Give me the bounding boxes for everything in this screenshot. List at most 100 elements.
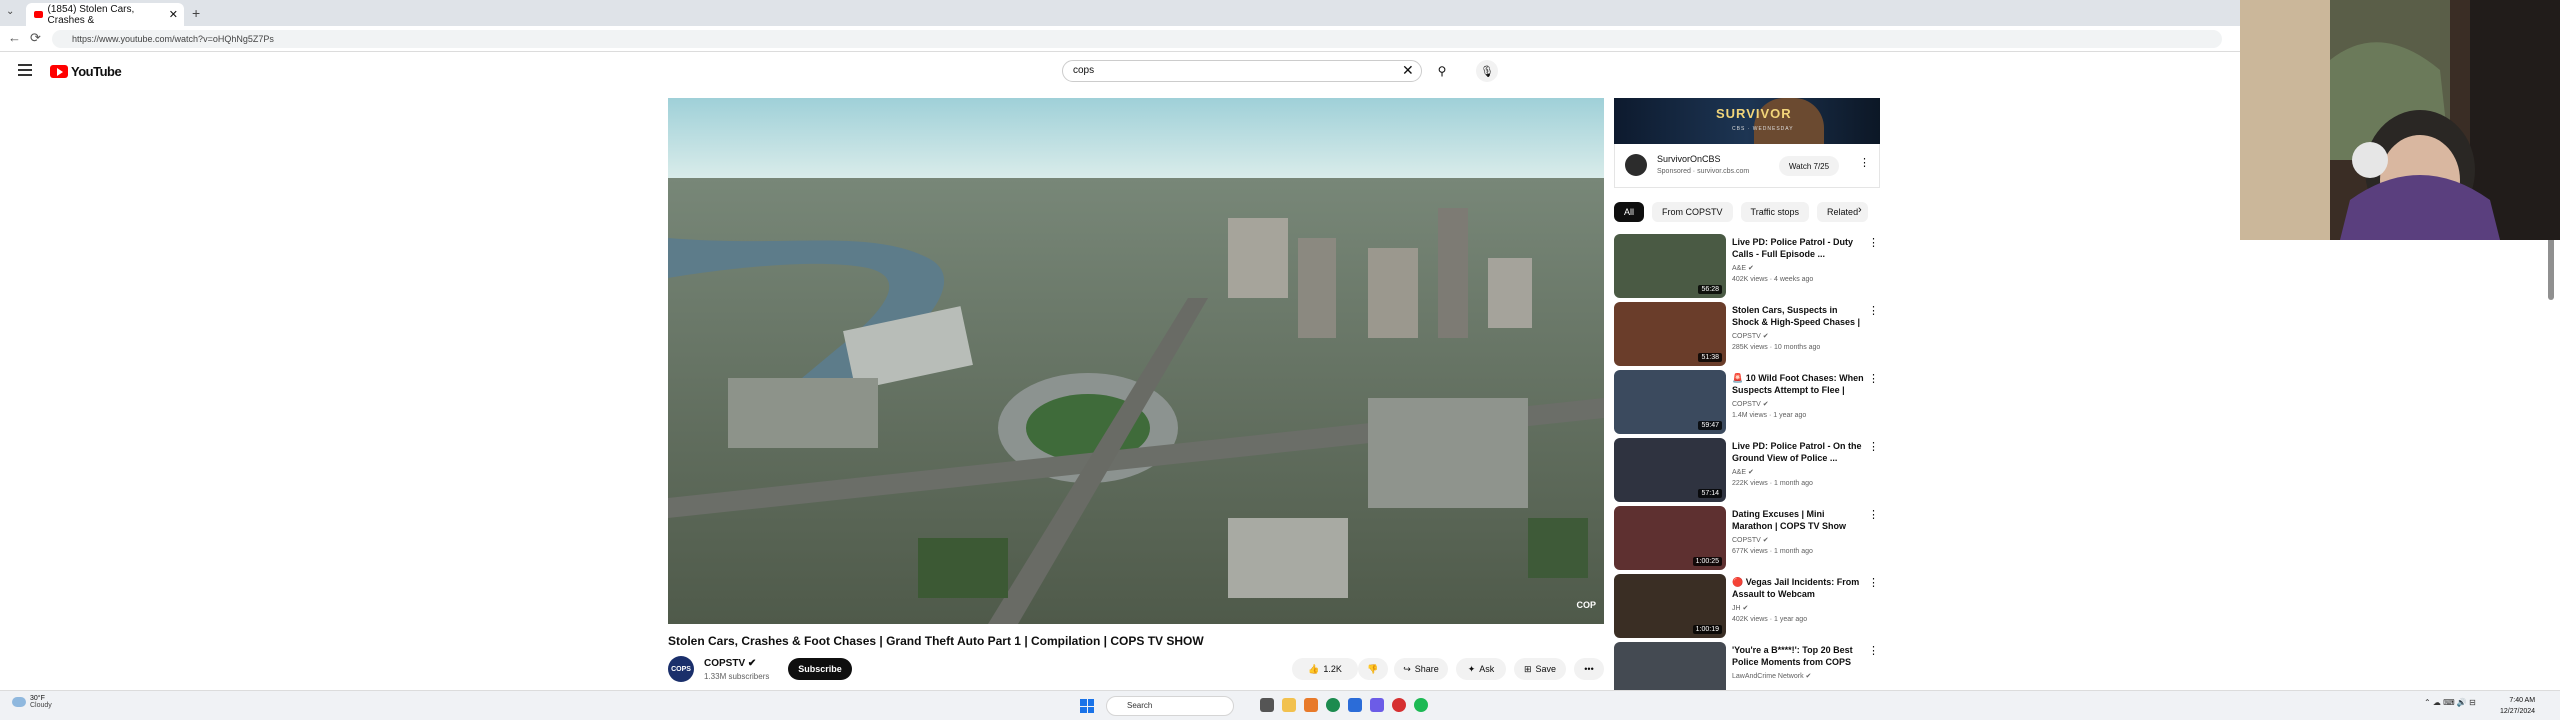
recommendation-channel[interactable]: A&E ✔ [1732,264,1754,272]
recommendation-channel[interactable]: A&E ✔ [1732,468,1754,476]
video-duration: 51:38 [1698,353,1722,362]
video-thumbnail[interactable]: 56:28 [1614,234,1726,298]
channel-name[interactable]: COPSTV ✔ [704,658,756,669]
dislike-button[interactable]: 👎 [1358,658,1388,680]
youtube-logo-text: YouTube [71,64,122,79]
like-button[interactable]: 👍 1.2K [1292,658,1358,680]
share-button[interactable]: ↪ Share [1394,658,1448,680]
advertiser-name[interactable]: SurvivorOnCBS [1657,154,1721,164]
recommendation-item[interactable]: 59:47 🚨 10 Wild Foot Chases: When Suspect… [1614,370,1880,436]
tab-search-icon[interactable]: ⌄ [6,6,14,17]
voice-search-button[interactable]: 🎙 [1476,60,1498,82]
clock[interactable]: 7:40 AM 12/27/2024 [2500,695,2535,717]
recommendation-title[interactable]: Live PD: Police Patrol - Duty Calls - Fu… [1732,236,1866,260]
clear-search-icon[interactable]: ✕ [1402,62,1414,79]
channel-avatar[interactable]: COPS [668,656,694,682]
chip-traffic-stops[interactable]: Traffic stops [1740,202,1810,222]
app-icon-4[interactable] [1392,698,1406,712]
chevron-right-icon[interactable]: › [1858,204,1862,216]
windows-taskbar: 30°F Cloudy Search ⌃ ☁ ⌨ 🔊 ⊟ 7:40 AM 12/… [0,690,2560,720]
subscribe-button[interactable]: Subscribe [788,658,852,680]
video-thumbnail[interactable]: 1:00:19 [1614,574,1726,638]
app-icon-1[interactable] [1304,698,1318,712]
recommendation-title[interactable]: 🔴 Vegas Jail Incidents: From Assault to … [1732,576,1866,600]
thumbs-down-icon: 👎 [1367,663,1379,674]
video-thumbnail[interactable]: 1:00:25 [1614,506,1726,570]
more-options-icon[interactable]: ⋮ [1868,576,1879,589]
video-thumbnail[interactable]: 59:47 [1614,370,1726,434]
recommendation-item[interactable]: 56:28 Live PD: Police Patrol - Duty Calls… [1614,234,1880,300]
taskbar-search-input[interactable]: Search [1106,696,1234,716]
file-explorer-icon[interactable] [1282,698,1296,712]
recommendation-item[interactable]: 1:00:19 🔴 Vegas Jail Incidents: From Assa… [1614,574,1880,640]
sparkle-icon: ✦ [1467,663,1476,674]
share-label: Share [1414,664,1439,674]
ad-row: SurvivorOnCBS Sponsored · survivor.cbs.c… [1614,144,1880,188]
reload-button[interactable]: ⟳ [30,30,41,46]
subscriber-count: 1.33M subscribers [704,672,770,681]
more-options-icon[interactable]: ⋮ [1868,304,1879,317]
video-thumbnail[interactable]: 57:14 [1614,438,1726,502]
new-tab-button[interactable]: + [192,5,200,21]
advertiser-avatar[interactable] [1625,154,1647,176]
clock-time: 7:40 AM [2509,697,2536,704]
recommendation-item[interactable]: 57:14 Live PD: Police Patrol - On the Gro… [1614,438,1880,504]
cloud-icon [12,697,26,707]
more-actions-button[interactable]: ••• [1574,658,1604,680]
more-options-icon[interactable]: ⋮ [1868,508,1879,521]
browser-tab[interactable]: (1854) Stolen Cars, Crashes & ✕ [26,3,184,26]
recommendation-item[interactable]: 51:38 Stolen Cars, Suspects in Shock & Hi… [1614,302,1880,368]
recommendation-title[interactable]: Dating Excuses | Mini Marathon | COPS TV… [1732,508,1866,532]
weather-condition: Cloudy [30,702,52,709]
ad-banner[interactable]: SURVIVOR CBS · WEDNESDAY [1614,98,1880,144]
recommendation-meta: 402K views · 1 year ago [1732,616,1808,623]
search-button[interactable]: ⚲ [1428,60,1456,82]
recommendation-channel[interactable]: LawAndCrime Network ✔ [1732,672,1811,680]
ad-banner-title: SURVIVOR [1716,106,1792,121]
more-options-icon[interactable]: ⋮ [1868,440,1879,453]
recommendation-title[interactable]: Live PD: Police Patrol - On the Ground V… [1732,440,1866,464]
more-options-icon[interactable]: ⋮ [1868,644,1879,657]
recommendation-title[interactable]: Stolen Cars, Suspects in Shock & High-Sp… [1732,304,1866,328]
weather-widget[interactable]: 30°F Cloudy [12,695,52,709]
ad-watch-button[interactable]: Watch 7/25 [1779,156,1839,176]
chip-from-copstv[interactable]: From COPSTV [1652,202,1733,222]
ask-button[interactable]: ✦ Ask [1456,658,1506,680]
save-button[interactable]: ⊞ Save [1514,658,1566,680]
hamburger-menu-icon[interactable] [18,64,32,79]
video-duration: 1:00:25 [1692,557,1722,566]
ad-more-icon[interactable]: ⋮ [1859,156,1870,169]
more-options-icon[interactable]: ⋮ [1868,236,1879,249]
video-player[interactable]: COP [668,98,1604,624]
save-label: Save [1535,664,1557,674]
recommendation-channel[interactable]: COPSTV ✔ [1732,332,1769,340]
chip-all[interactable]: All [1614,202,1645,222]
url-field[interactable]: https://www.youtube.com/watch?v=oHQhNg5Z… [52,30,2222,48]
clock-date: 12/27/2024 [2500,708,2536,715]
recommendation-channel[interactable]: COPSTV ✔ [1732,536,1769,544]
recommendation-title[interactable]: 'You're a B****!': Top 20 Best Police Mo… [1732,644,1866,668]
task-view-icon[interactable] [1260,698,1274,712]
recommendation-meta: 1.4M views · 1 year ago [1732,412,1807,419]
system-tray[interactable]: ⌃ ☁ ⌨ 🔊 ⊟ [2424,698,2476,707]
microphone-icon: 🎙 [1480,65,1494,78]
tab-close-icon[interactable]: ✕ [169,8,178,21]
youtube-logo[interactable]: YouTube [50,64,122,79]
video-thumbnail[interactable]: 51:38 [1614,302,1726,366]
spotify-icon[interactable] [1414,698,1428,712]
windows-start-icon[interactable] [1080,699,1094,713]
search-input[interactable]: cops [1062,60,1422,82]
recommendation-item[interactable]: 1:00:25 Dating Excuses | Mini Marathon | … [1614,506,1880,572]
app-icon-2[interactable] [1348,698,1362,712]
chrome-icon[interactable] [1326,698,1340,712]
recommendation-meta: 222K views · 1 month ago [1732,480,1813,487]
app-icon-3[interactable] [1370,698,1384,712]
webcam-overlay [2240,0,2560,240]
filter-chips: All From COPSTV Traffic stops Related [1614,202,1869,222]
recommendation-title[interactable]: 🚨 10 Wild Foot Chases: When Suspects Att… [1732,372,1866,396]
back-button[interactable]: ← [8,30,21,45]
recommendation-channel[interactable]: COPSTV ✔ [1732,400,1769,408]
recommendation-channel[interactable]: JH ✔ [1732,604,1748,612]
like-count: 1.2K [1323,664,1342,674]
more-options-icon[interactable]: ⋮ [1868,372,1879,385]
